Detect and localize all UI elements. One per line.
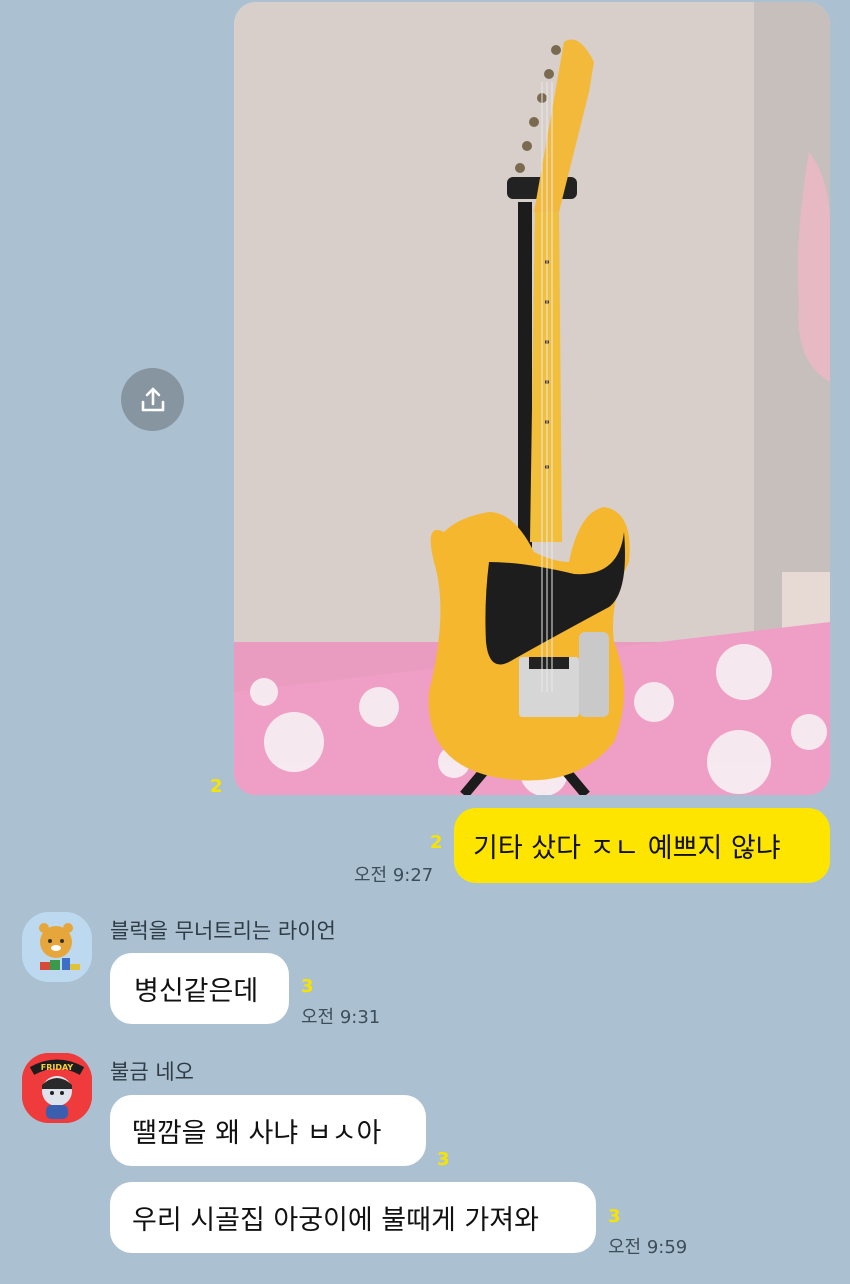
message-bubble[interactable]: 땔깜을 왜 사냐 ㅂㅅ아 bbox=[110, 1095, 426, 1166]
message-text: 우리 시골집 아궁이에 불때게 가져와 bbox=[132, 1205, 539, 1236]
guitar-photo bbox=[234, 2, 830, 795]
message-text: 땔깜을 왜 사냐 ㅂㅅ아 bbox=[132, 1118, 382, 1149]
my-message-bubble[interactable]: 기타 샀다 ㅈㄴ 예쁘지 않냐 bbox=[454, 808, 830, 883]
sender-name: 불금 네오 bbox=[110, 1060, 194, 1084]
message-unread-count: 2 bbox=[430, 832, 443, 853]
avatar[interactable]: FRIDAY bbox=[22, 1053, 92, 1123]
friday-badge-text: FRIDAY bbox=[41, 1063, 74, 1072]
message-bubble[interactable]: 우리 시골집 아궁이에 불때게 가져와 bbox=[110, 1182, 596, 1253]
my-message-text: 기타 샀다 ㅈㄴ 예쁘지 않냐 bbox=[473, 833, 781, 864]
message-bubble[interactable]: 병신같은데 bbox=[110, 953, 289, 1024]
message-unread-count: 3 bbox=[608, 1206, 621, 1227]
share-button[interactable] bbox=[121, 368, 184, 431]
message-time: 오전 9:59 bbox=[608, 1237, 688, 1258]
message-time: 오전 9:31 bbox=[301, 1007, 381, 1028]
message-time: 오전 9:27 bbox=[354, 865, 434, 886]
neo-avatar-icon: FRIDAY bbox=[22, 1053, 92, 1123]
message-unread-count: 3 bbox=[301, 976, 314, 997]
photo-unread-count: 2 bbox=[210, 776, 223, 797]
sender-name: 블럭을 무너트리는 라이언 bbox=[110, 919, 336, 943]
avatar[interactable] bbox=[22, 912, 92, 982]
message-text: 병신같은데 bbox=[134, 976, 259, 1007]
lion-avatar-icon bbox=[22, 912, 92, 982]
shared-photo-message[interactable] bbox=[234, 2, 830, 795]
share-icon bbox=[141, 387, 164, 411]
message-unread-count: 3 bbox=[437, 1149, 450, 1170]
